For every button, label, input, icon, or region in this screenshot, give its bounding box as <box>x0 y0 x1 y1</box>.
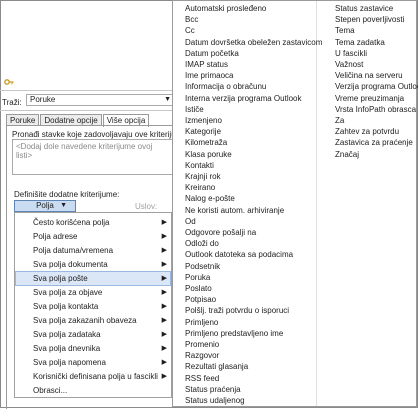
criteria-list[interactable]: <Dodaj dole navedene kriterijume ovoj li… <box>12 139 174 175</box>
key-icon <box>4 79 14 85</box>
menu-item[interactable]: Značaj <box>335 148 359 161</box>
chevron-right-icon: ▶ <box>161 373 167 380</box>
chevron-right-icon: ▶ <box>161 303 167 310</box>
menu-item[interactable]: Sva polja za objave ▶ <box>15 285 171 300</box>
chevron-right-icon: ▶ <box>161 359 167 366</box>
menu-item[interactable]: Sva polja kontakta ▶ <box>15 299 171 314</box>
chevron-right-icon: ▶ <box>161 261 167 268</box>
chevron-right-icon: ▶ <box>161 247 167 254</box>
chevron-right-icon: ▶ <box>161 219 167 226</box>
chevron-down-icon: ▼ <box>60 202 67 209</box>
menu-item[interactable]: Polja adrese ▶ <box>15 229 171 244</box>
menu-item[interactable]: Često korišćena polja ▶ <box>15 215 171 230</box>
menu-item[interactable]: Polja datuma/vremena ▶ <box>15 243 171 258</box>
search-value: Poruke <box>30 95 56 104</box>
menu-item[interactable]: Sva polja dokumenta ▶ <box>15 257 171 272</box>
menu-item[interactable]: Sva polja dnevnika ▶ <box>15 341 171 356</box>
separator <box>0 90 174 91</box>
define-criteria-label: Definišite dodatne kriterijume: <box>14 190 120 199</box>
criteria-placeholder: <Dodaj dole navedene kriterijume ovoj li… <box>16 142 153 160</box>
chevron-right-icon: ▶ <box>161 289 167 296</box>
fields-button[interactable]: Polja ▼ <box>14 200 76 212</box>
condition-label: Uslov: <box>135 202 158 211</box>
chevron-right-icon: ▶ <box>161 275 167 282</box>
search-select[interactable]: Poruke ▼ <box>26 94 174 106</box>
menu-item[interactable]: Obrasci... <box>15 383 171 398</box>
menu-item[interactable]: Sva polja pošte ▶ <box>15 271 171 286</box>
mail-fields-submenu: Automatski prosleđeno Bcc Cc Datum dovršetk… <box>172 0 418 407</box>
fields-menu: Često korišćena polja ▶ Polja adrese ▶ Polja… <box>14 212 172 398</box>
search-label: Traži: <box>2 98 22 107</box>
menu-item[interactable]: Vrsta InfoPath obrasca <box>335 103 416 116</box>
separator <box>0 110 174 111</box>
menu-item[interactable]: Sva polja zadataka ▶ <box>15 327 171 342</box>
fields-button-label: Polja <box>36 201 54 210</box>
criteria-label: Pronađi stavke koje zadovoljavaju ove kr… <box>12 130 189 139</box>
menu-item[interactable]: Sva polja napomena ▶ <box>15 355 171 370</box>
menu-item[interactable]: Korisnički definisana polja u fascikli ▶ <box>15 369 171 384</box>
column-divider <box>316 1 317 406</box>
chevron-down-icon: ▼ <box>164 96 171 103</box>
menu-item[interactable]: Status udaljenog <box>185 394 245 407</box>
chevron-right-icon: ▶ <box>161 233 167 240</box>
chevron-right-icon: ▶ <box>161 345 167 352</box>
menu-item[interactable]: Sva polja zakazanih obaveza ▶ <box>15 313 171 328</box>
chevron-right-icon: ▶ <box>161 317 167 324</box>
chevron-right-icon: ▶ <box>161 331 167 338</box>
menu-item[interactable]: Ne koristi autom. arhiviranje <box>185 204 284 217</box>
